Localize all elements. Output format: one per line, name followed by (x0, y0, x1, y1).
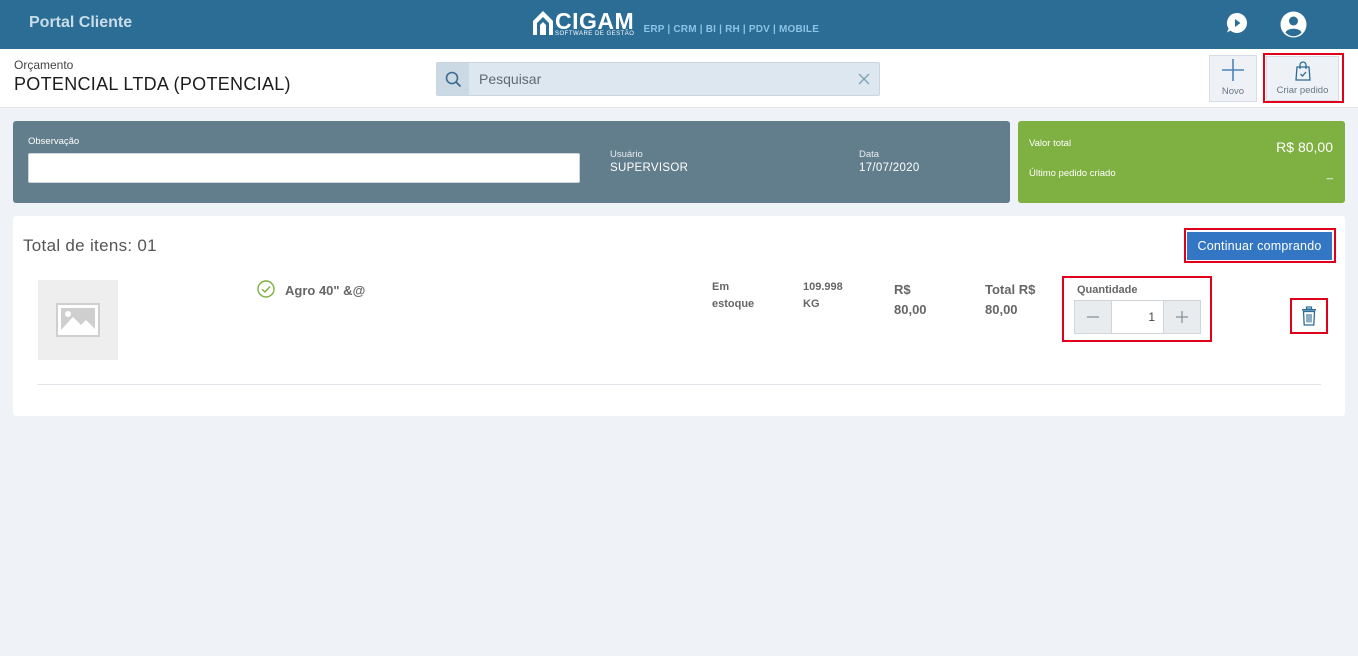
ultimo-pedido-label: Último pedido criado (1029, 168, 1116, 179)
novo-button[interactable]: Novo (1209, 55, 1257, 102)
valor-total-label: Valor total (1029, 138, 1072, 149)
page-label: Orçamento (14, 58, 74, 72)
stock-status: Em estoque (712, 281, 755, 310)
valor-total-value: R$ 80,00 (1276, 139, 1333, 155)
logo-name: CIGAM (555, 8, 635, 34)
search-bar (436, 62, 880, 96)
search-input[interactable] (479, 63, 849, 95)
stock-quantity: 109.998 KG (803, 281, 843, 310)
items-total-title: Total de itens: 01 (23, 236, 157, 255)
product-name[interactable]: Agro 40" &@ (285, 283, 365, 298)
highlight-continuar (1184, 228, 1336, 263)
search-button[interactable] (437, 63, 469, 95)
page-title: POTENCIAL LTDA (POTENCIAL) (14, 74, 291, 94)
cigam-logo-mark-icon (533, 11, 553, 35)
totals-panel: Valor total R$ 80,00 Último pedido criad… (1018, 121, 1345, 203)
cigam-logo: CIGAM SOFTWARE DE GESTÃO ERP | CRM | BI … (533, 8, 820, 37)
data-label: Data (859, 149, 880, 160)
observacao-label: Observação (28, 136, 80, 147)
unit-price: R$ 80,00 (894, 282, 927, 317)
highlight-criar-pedido (1263, 53, 1344, 103)
logo-subtitle: SOFTWARE DE GESTÃO (555, 31, 635, 37)
plus-icon (1222, 59, 1244, 81)
items-card: Total de itens: 01 Continuar comprando A… (13, 216, 1345, 416)
highlight-trash (1290, 298, 1328, 334)
logo-modules: ERP | CRM | BI | RH | PDV | MOBILE (643, 24, 820, 35)
usuario-value: SUPERVISOR (610, 162, 689, 174)
top-bar: Portal Cliente CIGAM SOFTWARE DE GESTÃO … (0, 0, 1358, 49)
divider (37, 384, 1321, 385)
info-panel: Observação Usuário SUPERVISOR Data 17/07… (13, 121, 1010, 203)
user-avatar-icon[interactable] (1279, 10, 1308, 39)
close-icon[interactable] (857, 72, 871, 86)
ultimo-pedido-value: _ (1326, 168, 1333, 180)
novo-label: Novo (1221, 86, 1245, 97)
sub-header: Orçamento POTENCIAL LTDA (POTENCIAL) Nov… (0, 49, 1358, 108)
image-placeholder-icon (56, 303, 100, 337)
highlight-quantity (1062, 276, 1212, 342)
line-total: Total R$ 80,00 (985, 282, 1036, 317)
product-thumbnail[interactable] (38, 280, 118, 360)
chat-icon[interactable] (1226, 12, 1248, 34)
data-value: 17/07/2020 (859, 162, 920, 174)
search-icon (445, 71, 461, 87)
usuario-label: Usuário (610, 149, 643, 160)
portal-title[interactable]: Portal Cliente (29, 14, 132, 32)
check-circle-icon (257, 280, 275, 298)
observacao-input[interactable] (28, 153, 580, 183)
